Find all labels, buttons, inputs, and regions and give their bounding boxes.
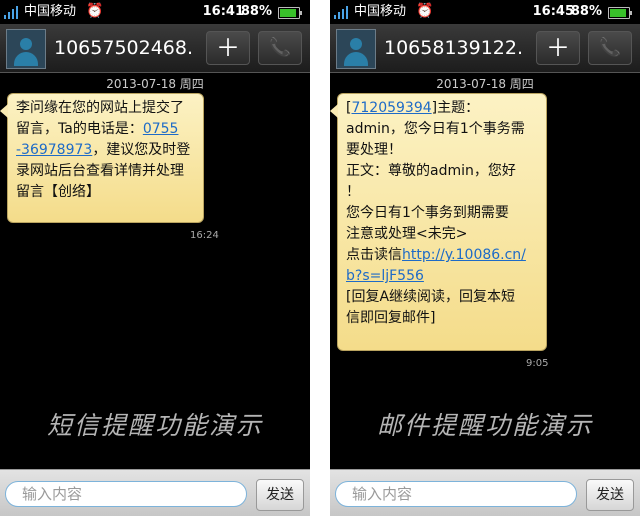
message-text: [回复A继续阅读，回复本短 xyxy=(346,289,516,305)
message-time: 16:24 xyxy=(190,230,219,241)
plus-icon: ＋ xyxy=(216,34,240,62)
send-button[interactable]: 发送 xyxy=(256,479,304,511)
message-line: 要处理！ xyxy=(346,140,538,161)
message-input[interactable]: 输入内容 xyxy=(5,481,247,507)
signal-bars-icon xyxy=(334,5,350,19)
message-line: ！ xyxy=(346,182,538,203)
message-link[interactable]: b?s=ljF556 xyxy=(346,268,424,284)
date-divider: 2013-07-18 周四 xyxy=(436,77,534,91)
message-text: 李问缘在您的网站上提交了 xyxy=(16,100,184,116)
battery-icon xyxy=(278,7,302,19)
call-button[interactable]: 📞 xyxy=(588,31,632,65)
contact-number[interactable]: 10657502468. xyxy=(54,36,193,60)
battery-icon xyxy=(608,7,632,19)
battery-percent: 88% xyxy=(240,4,272,19)
send-button[interactable]: 发送 xyxy=(586,479,634,511)
compose-bar: 输入内容 发送 xyxy=(0,469,310,516)
message-text: ，建议您及时登 xyxy=(92,142,191,158)
contact-avatar-icon[interactable] xyxy=(336,29,376,69)
call-button[interactable]: 📞 xyxy=(258,31,302,65)
message-line: 正文：尊敬的admin，您好 xyxy=(346,161,538,182)
phone-screen-sms: 中国移动 ⏰ 16:41 88% 10657502468. ＋ 📞 2013-0… xyxy=(0,0,310,516)
message-line: 李问缘在您的网站上提交了 xyxy=(16,98,195,119)
message-link[interactable]: http://y.10086.cn/ xyxy=(402,247,526,263)
message-text: 要处理！ xyxy=(346,142,402,158)
message-text: 您今日有1个事务到期需要 xyxy=(346,205,509,221)
message-text: 正文：尊敬的admin，您好 xyxy=(346,163,516,179)
message-input[interactable]: 输入内容 xyxy=(335,481,577,507)
message-line: 信即回复邮件] xyxy=(346,308,538,329)
add-button[interactable]: ＋ xyxy=(536,31,580,65)
message-line: 注意或处理<未完> xyxy=(346,224,538,245)
phone-icon: 📞 xyxy=(268,37,292,58)
contact-number[interactable]: 10658139122. xyxy=(384,36,523,60)
conversation-header: 10658139122. ＋ 📞 xyxy=(330,24,640,73)
alarm-clock-icon: ⏰ xyxy=(416,3,434,19)
message-line: 留言，Ta的电话是：0755 xyxy=(16,119,195,140)
message-line: -36978973，建议您及时登 xyxy=(16,140,195,161)
message-link[interactable]: -36978973 xyxy=(16,142,92,158)
message-link[interactable]: 712059394 xyxy=(351,100,431,116)
clock-time: 16:41 xyxy=(202,4,244,19)
message-line: [712059394]主题： xyxy=(346,98,538,119)
message-text: ！ xyxy=(346,184,360,200)
message-line: 您今日有1个事务到期需要 xyxy=(346,203,538,224)
conversation-header: 10657502468. ＋ 📞 xyxy=(0,24,310,73)
plus-icon: ＋ xyxy=(546,34,570,62)
date-divider: 2013-07-18 周四 xyxy=(106,77,204,91)
status-bar: 中国移动 ⏰ 16:41 88% xyxy=(0,0,310,24)
message-text: 留言【创络】 xyxy=(16,184,100,200)
message-text: admin，您今日有1个事务需 xyxy=(346,121,525,137)
message-text: ]主题： xyxy=(431,100,480,116)
battery-percent: 88% xyxy=(570,4,602,19)
message-line: 点击读信http://y.10086.cn/ xyxy=(346,245,538,266)
message-text: 留言，Ta的电话是： xyxy=(16,121,143,137)
message-link[interactable]: 0755 xyxy=(143,121,179,137)
add-button[interactable]: ＋ xyxy=(206,31,250,65)
message-line: 录网站后台查看详情并处理 xyxy=(16,161,195,182)
status-bar: 中国移动 ⏰ 16:45 88% xyxy=(330,0,640,24)
clock-time: 16:45 xyxy=(532,4,574,19)
message-line: admin，您今日有1个事务需 xyxy=(346,119,538,140)
signal-bars-icon xyxy=(4,5,20,19)
carrier-name: 中国移动 xyxy=(24,4,77,19)
carrier-name: 中国移动 xyxy=(354,4,407,19)
message-time: 9:05 xyxy=(526,358,549,369)
message-line: 留言【创络】 xyxy=(16,182,195,203)
phone-icon: 📞 xyxy=(598,37,622,58)
message-text: 注意或处理<未完> xyxy=(346,226,468,242)
demo-caption: 短信提醒功能演示 xyxy=(46,411,263,440)
message-bubble[interactable]: [712059394]主题： admin，您今日有1个事务需 要处理！ 正文：尊敬的a… xyxy=(330,93,547,351)
message-bubble[interactable]: 李问缘在您的网站上提交了 留言，Ta的电话是：0755 -36978973，建议您及… xyxy=(0,93,204,223)
message-text: 录网站后台查看详情并处理 xyxy=(16,163,184,179)
contact-avatar-icon[interactable] xyxy=(6,29,46,69)
demo-caption: 邮件提醒功能演示 xyxy=(376,411,593,440)
message-line: b?s=ljF556 xyxy=(346,266,538,287)
phone-screen-email: 中国移动 ⏰ 16:45 88% 10658139122. ＋ 📞 2013-0… xyxy=(330,0,640,516)
message-text: 点击读信 xyxy=(346,247,402,263)
message-text: 信即回复邮件] xyxy=(346,310,436,326)
compose-bar: 输入内容 发送 xyxy=(330,469,640,516)
alarm-clock-icon: ⏰ xyxy=(86,3,104,19)
message-line: [回复A继续阅读，回复本短 xyxy=(346,287,538,308)
